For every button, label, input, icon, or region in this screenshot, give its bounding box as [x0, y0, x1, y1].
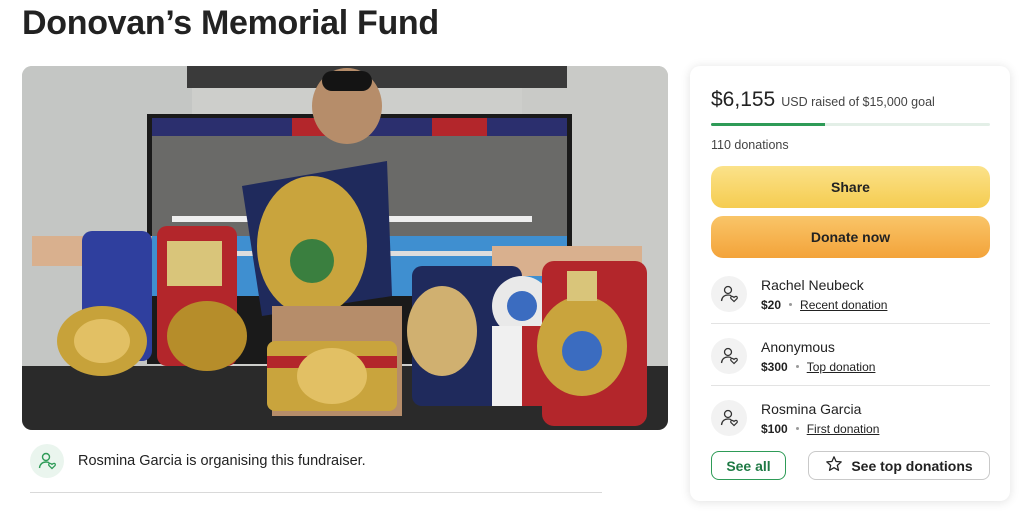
star-icon — [825, 455, 843, 476]
user-heart-icon — [711, 400, 747, 436]
donate-now-button[interactable]: Donate now — [711, 216, 990, 258]
see-top-donations-button[interactable]: See top donations — [808, 451, 990, 480]
donor-info: Rosmina Garcia $100 First donation — [761, 401, 879, 436]
amount-row: $6,155 USD raised of $15,000 goal — [711, 88, 935, 112]
progress-bar — [711, 123, 990, 126]
donor-meta: $20 Recent donation — [761, 298, 887, 312]
donor-tag-link[interactable]: Top donation — [807, 360, 876, 374]
donor-amount: $100 — [761, 421, 788, 436]
goal-text: USD raised of $15,000 goal — [781, 95, 935, 109]
donor-tag-link[interactable]: Recent donation — [800, 298, 887, 312]
donations-count: 110 donations — [711, 138, 789, 152]
donor-name: Anonymous — [761, 338, 835, 355]
separator-dot — [795, 427, 799, 430]
donor-item: Anonymous $300 Top donation — [711, 325, 990, 387]
donor-name: Rachel Neubeck — [761, 276, 864, 293]
donor-meta: $300 Top donation — [761, 360, 875, 374]
donor-divider — [711, 323, 990, 324]
hero-image — [22, 66, 668, 430]
amount-raised: $6,155 — [711, 88, 776, 111]
page-title: Donovan’s Memorial Fund — [22, 4, 439, 42]
see-top-donations-label: See top donations — [851, 457, 973, 474]
donor-info: Rachel Neubeck $20 Recent donation — [761, 277, 887, 312]
separator-dot — [789, 303, 793, 306]
donor-item: Rachel Neubeck $20 Recent donation — [711, 263, 990, 325]
separator-dot — [795, 365, 799, 368]
donor-info: Anonymous $300 Top donation — [761, 339, 875, 374]
organizer-text: Rosmina Garcia is organising this fundra… — [78, 453, 366, 469]
progress-fill — [711, 123, 826, 126]
donor-item: Rosmina Garcia $100 First donation — [711, 387, 990, 449]
donor-name: Rosmina Garcia — [761, 400, 862, 417]
user-heart-icon — [711, 338, 747, 374]
section-divider — [30, 492, 602, 493]
donor-amount: $20 — [761, 297, 782, 312]
user-heart-icon — [30, 444, 64, 478]
user-heart-icon — [711, 276, 747, 312]
share-button[interactable]: Share — [711, 166, 990, 208]
see-all-button[interactable]: See all — [711, 451, 786, 480]
donation-card: $6,155 USD raised of $15,000 goal 110 do… — [690, 66, 1010, 501]
organizer-row: Rosmina Garcia is organising this fundra… — [30, 444, 366, 478]
donor-meta: $100 First donation — [761, 422, 879, 436]
donor-tag-link[interactable]: First donation — [807, 422, 880, 436]
donor-amount: $300 — [761, 359, 788, 374]
donor-divider — [711, 385, 990, 386]
